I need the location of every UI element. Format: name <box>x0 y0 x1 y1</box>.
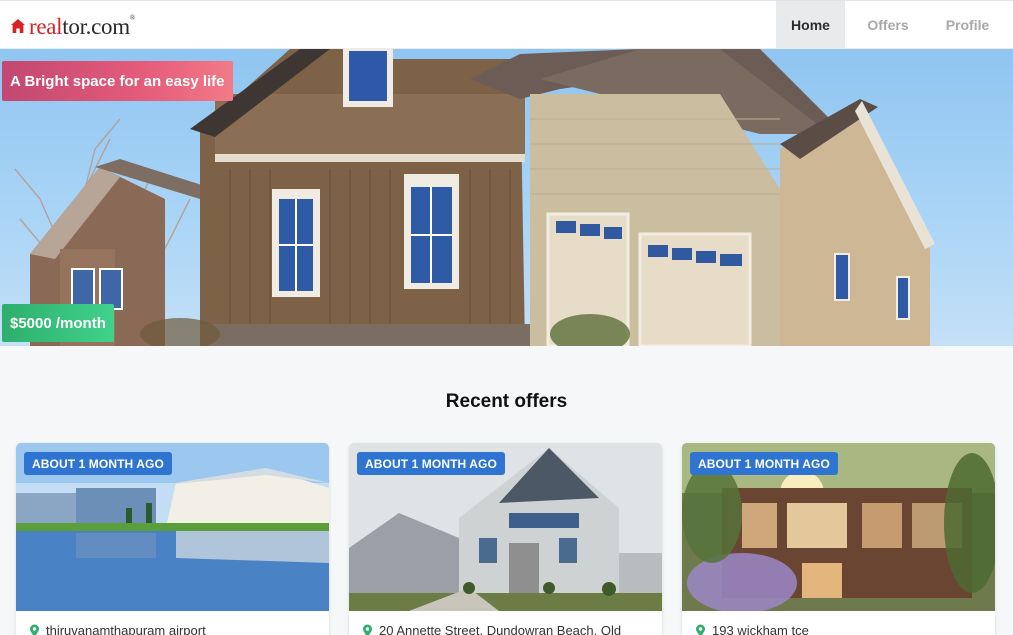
offer-address: 193 wickham tce <box>695 623 985 635</box>
recent-offers-heading: Recent offers <box>445 391 568 412</box>
offer-card[interactable]: ABOUT 1 MONTH AGO 20 Annette Street, Dun… <box>349 443 662 635</box>
offer-card[interactable]: ABOUT 1 MONTH AGO thiruvanamthapuram air… <box>16 443 329 635</box>
nav-profile-link[interactable]: Profile <box>931 1 1004 48</box>
offer-address-text: 20 Annette Street, Dundowran Beach, Qld <box>379 623 622 635</box>
top-navbar: realtor.com® Home Offers Profile <box>0 0 1013 49</box>
offer-address-text: 193 wickham tce <box>712 623 809 635</box>
nav-links: Home Offers Profile <box>776 1 1004 49</box>
location-pin-icon <box>30 624 39 635</box>
logo-wordmark: realtor.com® <box>29 13 135 39</box>
location-pin-icon <box>363 624 372 635</box>
location-pin-icon <box>696 624 705 635</box>
offer-age-badge: ABOUT 1 MONTH AGO <box>24 452 172 475</box>
hero-price-badge: $5000 /month <box>2 304 114 342</box>
hero-tagline: A Bright space for an easy life <box>2 61 233 101</box>
offer-address-text: thiruvanamthapuram airport <box>46 623 206 635</box>
logo-wordmark-tor: tor.com <box>62 13 130 39</box>
nav-offers-link[interactable]: Offers <box>845 1 931 48</box>
house-logo-icon <box>11 19 25 33</box>
hero-banner: A Bright space for an easy life $5000 /m… <box>0 49 1013 346</box>
nav-home-link[interactable]: Home <box>776 1 845 48</box>
offer-address: thiruvanamthapuram airport <box>29 623 319 635</box>
offer-card-list: ABOUT 1 MONTH AGO thiruvanamthapuram air… <box>16 443 996 635</box>
offer-card[interactable]: ABOUT 1 MONTH AGO 193 wickham tce <box>682 443 995 635</box>
offer-age-badge: ABOUT 1 MONTH AGO <box>357 452 505 475</box>
offer-address: 20 Annette Street, Dundowran Beach, Qld <box>362 623 652 635</box>
offer-age-badge: ABOUT 1 MONTH AGO <box>690 452 838 475</box>
logo-registered-mark: ® <box>129 13 135 22</box>
realtor-logo[interactable]: realtor.com® <box>10 13 135 39</box>
logo-wordmark-real: real <box>29 13 63 39</box>
